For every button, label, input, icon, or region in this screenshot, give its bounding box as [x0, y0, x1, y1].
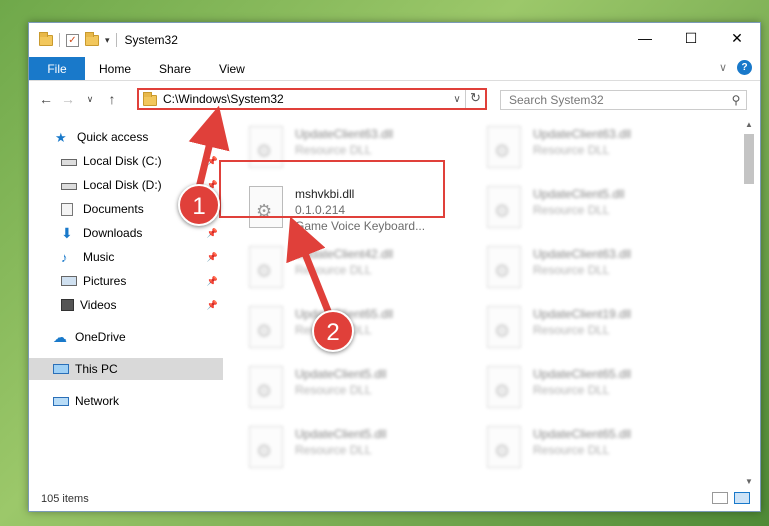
step-1-badge: 1: [178, 184, 220, 226]
arrow-to-file: [286, 216, 334, 318]
step-2-badge: 2: [312, 310, 354, 352]
arrow-to-address-bar: [188, 105, 230, 193]
annotation-arrows: [188, 105, 334, 318]
